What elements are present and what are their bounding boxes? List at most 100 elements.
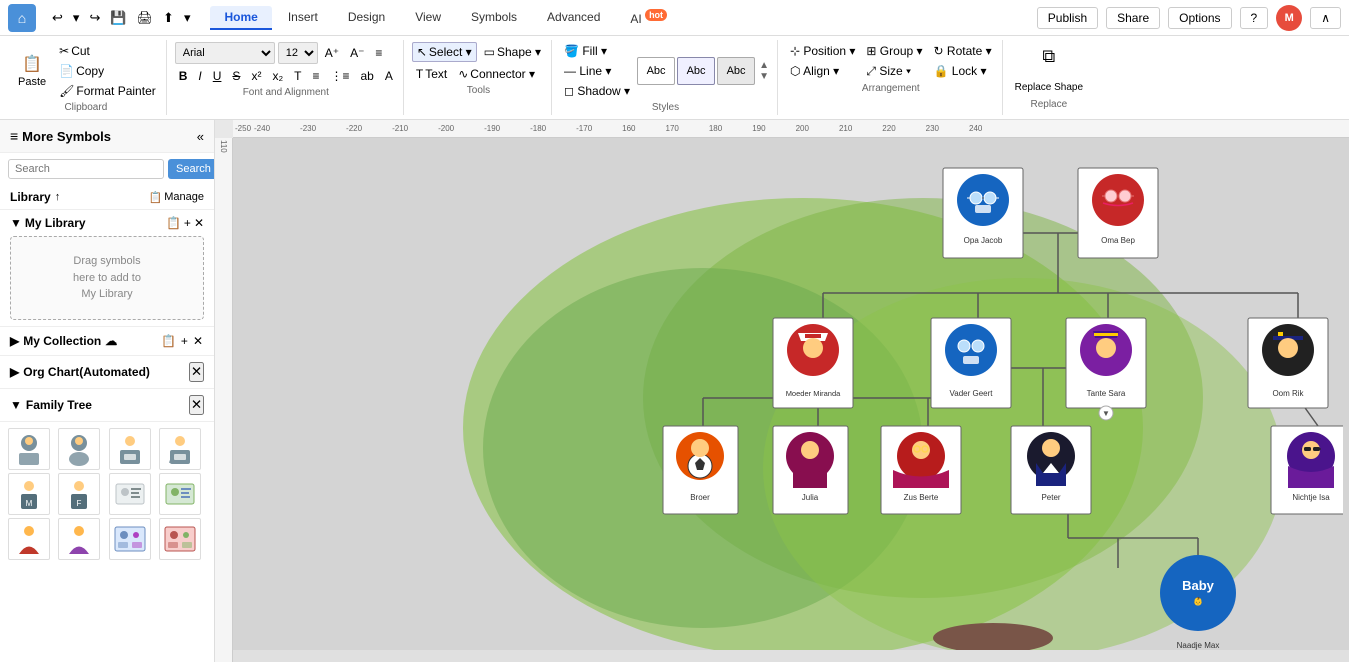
superscript-button[interactable]: x² xyxy=(247,67,265,85)
underline-button[interactable]: U xyxy=(209,67,226,85)
more-button[interactable]: ▾ xyxy=(180,8,195,28)
tab-symbols[interactable]: Symbols xyxy=(457,6,531,30)
subscript-button[interactable]: x₂ xyxy=(268,67,287,85)
symbol-family-card-1[interactable] xyxy=(109,518,151,560)
tab-advanced[interactable]: Advanced xyxy=(533,6,614,30)
arrangement-group: ⊹ Position ▾ ⬡ Align ▾ ⊞ Group ▾ ⤢ Size … xyxy=(780,40,1003,115)
publish-button[interactable]: Publish xyxy=(1037,7,1098,29)
right-actions: Publish Share Options ? M ∧ xyxy=(1037,5,1341,31)
search-button[interactable]: Search xyxy=(168,159,215,179)
my-collection-close-btn[interactable]: ✕ xyxy=(192,333,204,349)
replace-shape-button[interactable]: ⧉ Replace Shape xyxy=(1011,42,1087,97)
tools-group: ↖ Select ▾ ▭ Shape ▾ T Text ∿ Connector … xyxy=(406,40,552,115)
collapse-ribbon-button[interactable]: ∧ xyxy=(1310,7,1341,29)
tab-insert[interactable]: Insert xyxy=(274,6,332,30)
my-library-add-button[interactable]: + xyxy=(184,216,191,230)
sidebar: ≡ More Symbols « Search Library ↑ 📋 Mana… xyxy=(0,120,215,662)
symbol-person-female-3[interactable] xyxy=(58,518,100,560)
style-sample-3[interactable]: Abc xyxy=(717,57,755,85)
symbol-person-male-3[interactable] xyxy=(8,518,50,560)
save-button[interactable]: 💾 xyxy=(106,8,130,28)
symbol-person-male-2[interactable]: M xyxy=(8,473,50,515)
shape-button[interactable]: ▭ Shape ▾ xyxy=(480,43,545,61)
styles-label: Styles xyxy=(652,102,679,113)
tab-home[interactable]: Home xyxy=(210,6,271,30)
org-chart-close-btn[interactable]: ✕ xyxy=(189,362,204,382)
my-collection-copy-btn[interactable]: 📋 xyxy=(160,333,177,349)
paste-button[interactable]: 📋 Paste xyxy=(12,51,52,91)
align-button[interactable]: ≡ xyxy=(371,44,386,62)
my-library-close-button[interactable]: ✕ xyxy=(194,216,204,230)
export-button[interactable]: ⬆ xyxy=(159,8,178,28)
family-tree-header[interactable]: ▼ Family Tree ✕ xyxy=(0,389,214,422)
my-collection-section[interactable]: ▶ My Collection ☁ 📋 + ✕ xyxy=(0,327,214,356)
symbol-family-card-2[interactable] xyxy=(159,518,201,560)
symbol-person-female-2[interactable]: F xyxy=(58,473,100,515)
undo-dropdown[interactable]: ▾ xyxy=(69,8,84,28)
text-tool-button[interactable]: T Text xyxy=(412,65,451,83)
redo-button[interactable]: ↪ xyxy=(85,8,104,28)
size-button[interactable]: ⤢ Size ▾ xyxy=(862,62,926,81)
rotate-button[interactable]: ↻ Rotate ▾ xyxy=(930,42,996,60)
canvas-content[interactable]: Opa Jacob Oma Bep Moeder Miranda xyxy=(233,138,1349,662)
shadow-button[interactable]: ◻ Shadow ▾ xyxy=(560,82,634,100)
help-button[interactable]: ? xyxy=(1240,7,1269,29)
sidebar-collapse-button[interactable]: « xyxy=(197,129,204,144)
bold-button[interactable]: B xyxy=(175,67,192,85)
connector-button[interactable]: ∿ Connector ▾ xyxy=(454,65,539,83)
nav-tabs: Home Insert Design View Symbols Advanced… xyxy=(210,6,681,30)
share-button[interactable]: Share xyxy=(1106,7,1160,29)
decrease-font-button[interactable]: A⁻ xyxy=(346,44,368,62)
font-family-selector[interactable]: Arial xyxy=(175,42,275,64)
search-input[interactable] xyxy=(8,159,164,179)
strikethrough-button[interactable]: S xyxy=(228,67,244,85)
line-button[interactable]: — Line ▾ xyxy=(560,62,634,80)
align-arrange-button[interactable]: ⬡ Align ▾ xyxy=(786,62,859,80)
italic-button[interactable]: I xyxy=(194,67,205,85)
org-chart-section[interactable]: ▶ Org Chart(Automated) ✕ xyxy=(0,356,214,389)
copy-button[interactable]: 📄 Copy xyxy=(55,62,160,80)
tab-view[interactable]: View xyxy=(401,6,455,30)
horizontal-scrollbar[interactable] xyxy=(233,650,1349,662)
group-button[interactable]: ⊞ Group ▾ xyxy=(862,42,926,60)
options-button[interactable]: Options xyxy=(1168,7,1231,29)
library-section: Library ↑ 📋 Manage xyxy=(0,185,214,210)
style-sample-2[interactable]: Abc xyxy=(677,57,715,85)
my-collection-add-btn[interactable]: + xyxy=(180,333,189,349)
styles-expand-up[interactable]: ▲ xyxy=(757,60,771,71)
svg-text:Oom Rik: Oom Rik xyxy=(1272,389,1304,398)
font-color-button[interactable]: A xyxy=(381,67,397,85)
home-icon[interactable]: ⌂ xyxy=(8,4,36,32)
manage-button[interactable]: 📋 Manage xyxy=(149,191,204,204)
tab-design[interactable]: Design xyxy=(334,6,399,30)
undo-button[interactable]: ↩ xyxy=(48,8,67,28)
symbol-id-card-2[interactable] xyxy=(159,473,201,515)
svg-text:Peter: Peter xyxy=(1041,493,1060,502)
symbol-id-card-1[interactable] xyxy=(109,473,151,515)
symbol-person-badge-female[interactable] xyxy=(159,428,201,470)
avatar: M xyxy=(1276,5,1302,31)
text-format-button[interactable]: T xyxy=(290,67,305,85)
symbol-person-badge-male[interactable] xyxy=(109,428,151,470)
font-size-selector[interactable]: 12 xyxy=(278,42,318,64)
highlight-button[interactable]: ab xyxy=(356,67,377,85)
my-library-copy-button[interactable]: 📋 xyxy=(166,216,181,230)
increase-font-button[interactable]: A⁺ xyxy=(321,44,343,62)
bullet-button[interactable]: ⋮≡ xyxy=(326,67,353,85)
symbol-person-male-1[interactable] xyxy=(8,428,50,470)
cut-button[interactable]: ✂ Cut xyxy=(55,42,160,60)
family-tree-close-btn[interactable]: ✕ xyxy=(189,395,204,415)
format-painter-button[interactable]: 🖌 Format Painter xyxy=(55,82,160,100)
position-button[interactable]: ⊹ Position ▾ xyxy=(786,42,859,60)
tab-ai[interactable]: AI hot xyxy=(616,6,681,30)
sidebar-header: ≡ More Symbols « xyxy=(0,120,214,153)
print-button[interactable]: 🖨 xyxy=(133,8,158,28)
symbol-person-female-1[interactable] xyxy=(58,428,100,470)
ruler-vertical: 1020304050 60708090100 110120130140150 1… xyxy=(215,138,233,662)
select-button[interactable]: ↖ Select ▾ xyxy=(412,42,477,62)
fill-button[interactable]: 🪣 Fill ▾ xyxy=(560,42,634,60)
style-sample-1[interactable]: Abc xyxy=(637,57,675,85)
list-button[interactable]: ≡ xyxy=(308,67,323,85)
styles-expand-down[interactable]: ▼ xyxy=(757,71,771,82)
lock-button[interactable]: 🔒 Lock ▾ xyxy=(930,62,996,80)
